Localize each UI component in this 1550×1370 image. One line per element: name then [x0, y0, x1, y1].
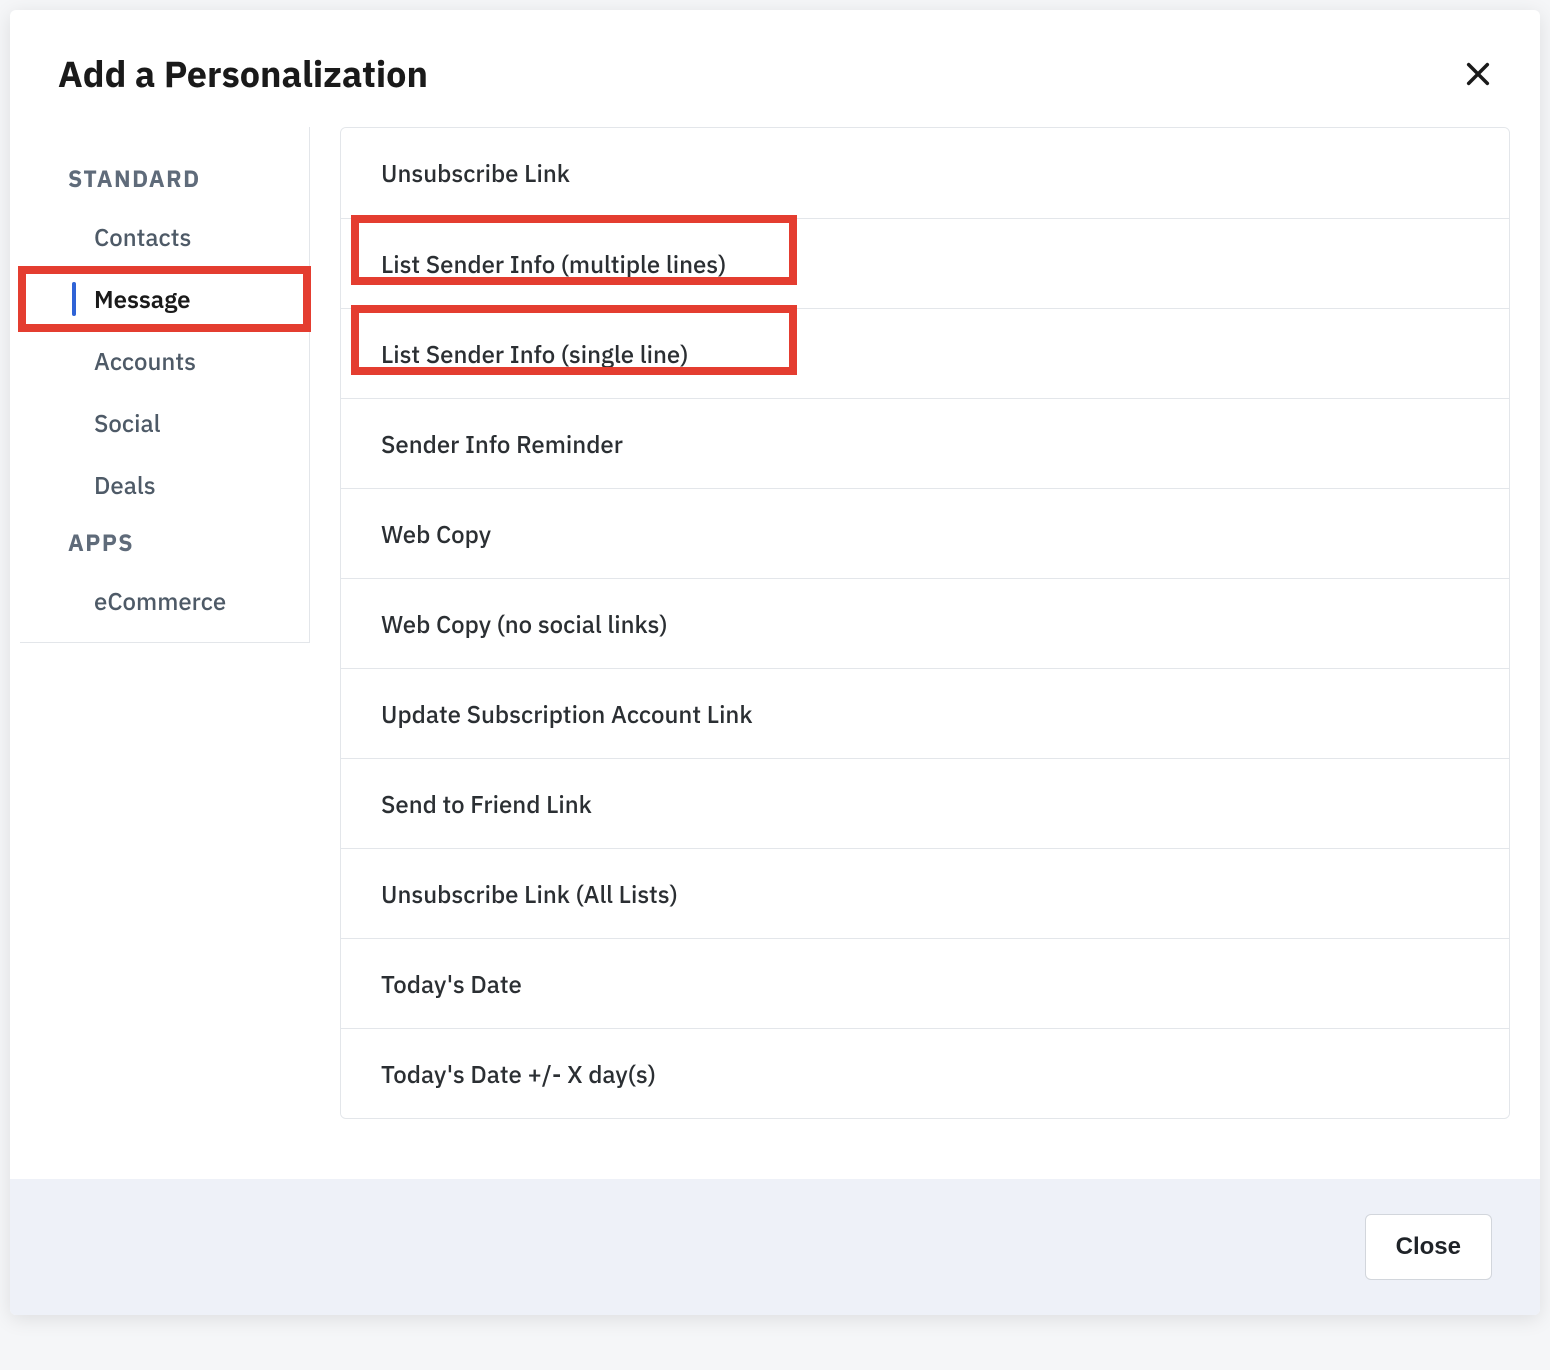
close-button[interactable]: Close: [1365, 1214, 1492, 1280]
personalization-list: Unsubscribe Link List Sender Info (multi…: [340, 127, 1510, 1119]
list-item-web-copy-nosocial[interactable]: Web Copy (no social links): [341, 578, 1509, 668]
list-item-label: List Sender Info (multiple lines): [381, 248, 726, 280]
close-icon[interactable]: [1464, 60, 1492, 88]
list-item-update-subscription[interactable]: Update Subscription Account Link: [341, 668, 1509, 758]
personalization-modal: Add a Personalization STANDARD Contacts …: [10, 10, 1540, 1315]
list-item-send-to-friend[interactable]: Send to Friend Link: [341, 758, 1509, 848]
list-item-web-copy[interactable]: Web Copy: [341, 488, 1509, 578]
sidebar: STANDARD Contacts Message Accounts Socia…: [20, 127, 310, 643]
close-button-label: Close: [1396, 1233, 1461, 1260]
sidebar-section-apps: APPS: [20, 516, 309, 570]
list-item-label: Today's Date +/- X day(s): [381, 1058, 656, 1090]
list-item-label: Sender Info Reminder: [381, 428, 623, 460]
modal-footer: Close: [10, 1179, 1540, 1315]
list-item-label: Unsubscribe Link (All Lists): [381, 878, 678, 910]
sidebar-item-label: eCommerce: [94, 585, 226, 617]
sidebar-item-social[interactable]: Social: [20, 392, 309, 454]
sidebar-item-label: Social: [94, 407, 160, 439]
sidebar-item-label: Accounts: [94, 345, 196, 377]
sidebar-item-label: Deals: [94, 469, 156, 501]
modal-header: Add a Personalization: [10, 10, 1540, 97]
list-item-sender-reminder[interactable]: Sender Info Reminder: [341, 398, 1509, 488]
sidebar-item-message[interactable]: Message: [20, 268, 309, 330]
sidebar-item-ecommerce[interactable]: eCommerce: [20, 570, 309, 632]
sidebar-item-label: Message: [94, 283, 191, 315]
list-item-sender-info-multi[interactable]: List Sender Info (multiple lines): [341, 218, 1509, 308]
list-item-label: Unsubscribe Link: [381, 157, 570, 189]
list-item-unsubscribe-link[interactable]: Unsubscribe Link: [341, 128, 1509, 218]
list-item-label: Web Copy: [381, 518, 491, 550]
list-item-unsubscribe-all[interactable]: Unsubscribe Link (All Lists): [341, 848, 1509, 938]
sidebar-section-standard: STANDARD: [20, 152, 309, 206]
list-item-todays-date[interactable]: Today's Date: [341, 938, 1509, 1028]
sidebar-item-label: Contacts: [94, 221, 191, 253]
list-item-label: Send to Friend Link: [381, 788, 592, 820]
sidebar-item-deals[interactable]: Deals: [20, 454, 309, 516]
list-item-label: Today's Date: [381, 968, 522, 1000]
sidebar-item-contacts[interactable]: Contacts: [20, 206, 309, 268]
list-item-label: List Sender Info (single line): [381, 338, 688, 370]
list-item-todays-date-offset[interactable]: Today's Date +/- X day(s): [341, 1028, 1509, 1118]
modal-title: Add a Personalization: [58, 50, 428, 97]
modal-body: STANDARD Contacts Message Accounts Socia…: [10, 97, 1540, 1179]
list-item-sender-info-single[interactable]: List Sender Info (single line): [341, 308, 1509, 398]
list-item-label: Update Subscription Account Link: [381, 698, 753, 730]
sidebar-item-accounts[interactable]: Accounts: [20, 330, 309, 392]
list-item-label: Web Copy (no social links): [381, 608, 667, 640]
